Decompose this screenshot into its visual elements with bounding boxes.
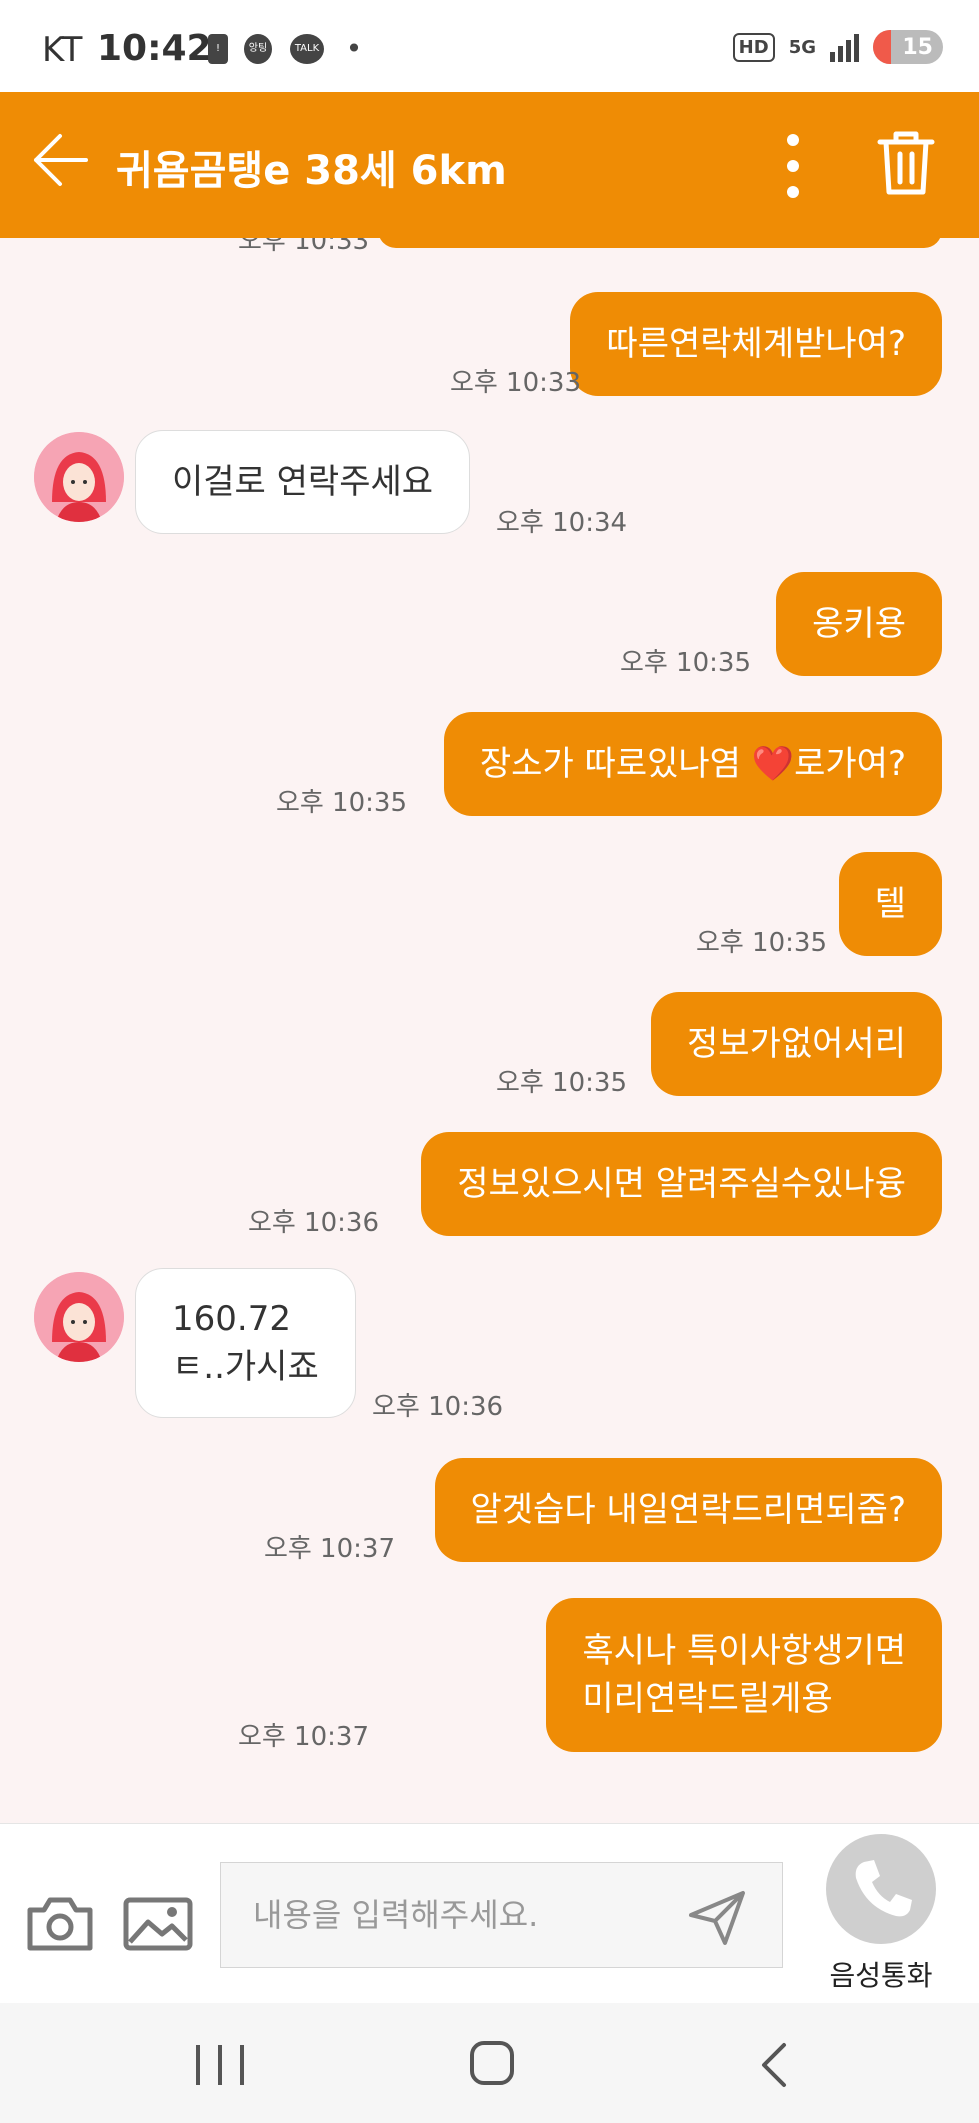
message-text: 장소가 따로있나염 (479, 744, 752, 784)
signal-icon (830, 32, 859, 62)
voice-call-label: 음성통화 (829, 1959, 933, 1992)
message-time: 오후 10:37 (263, 1534, 395, 1564)
message-bubble-outgoing[interactable] (378, 238, 942, 248)
chat-header: 귀욤곰탱e 38세 6km (0, 92, 979, 238)
message-list[interactable]: 오후 10:33 따른연락체계받나여? 오후 10:33 이걸로 연락주세요 오… (0, 238, 979, 1823)
message-input-box (220, 1862, 783, 1968)
more-notifications-dot: • (345, 32, 363, 65)
alert-icon: ! (208, 34, 228, 64)
message-time: 오후 10:36 (372, 1392, 504, 1422)
chat-title: 귀욤곰탱e 38세 6km (116, 148, 507, 194)
status-bar: KT 10:42 ! 앙팅 TALK • HD 5G 15 (0, 0, 979, 92)
message-time: 오후 10:37 (237, 1722, 369, 1752)
battery-icon: 15 (873, 30, 943, 64)
hd-voice-icon: HD (732, 32, 775, 62)
message-bubble-outgoing[interactable]: 텔 (838, 852, 942, 956)
image-icon[interactable] (122, 1894, 194, 1954)
message-line: 미리연락드릴게용 (582, 1679, 833, 1719)
trash-icon[interactable] (876, 128, 936, 198)
message-time: 오후 10:35 (695, 928, 827, 958)
heart-emoji-icon: ❤️ (751, 744, 795, 784)
message-line: 160.72 (172, 1299, 291, 1339)
message-time: 오후 10:35 (275, 788, 407, 818)
network-type-icon: 5G (788, 36, 816, 58)
kakaotalk-icon: TALK (290, 34, 324, 64)
more-vertical-icon[interactable] (775, 134, 811, 198)
camera-icon[interactable] (24, 1894, 96, 1954)
message-line: 혹시나 특이사항생기면 (582, 1631, 906, 1671)
message-time: 오후 10:33 (238, 238, 370, 256)
app-notification-icon: 앙팅 (244, 34, 272, 64)
message-bubble-outgoing[interactable]: 정보있으시면 알려주실수있나융 (421, 1132, 942, 1236)
message-bubble-outgoing[interactable]: 옹키용 (776, 572, 942, 676)
carrier-label: KT (42, 30, 83, 70)
message-text: 로가여? (794, 744, 906, 784)
send-icon[interactable] (685, 1885, 749, 1949)
message-composer: 음성통화 (0, 1823, 979, 2003)
back-arrow-icon[interactable] (30, 130, 90, 190)
recent-apps-icon[interactable] (196, 2045, 244, 2085)
avatar[interactable] (34, 1272, 124, 1362)
back-icon[interactable] (752, 2041, 796, 2089)
clock: 10:42 (97, 28, 212, 69)
message-time: 오후 10:34 (496, 508, 628, 538)
battery-level: 15 (902, 34, 933, 60)
message-bubble-incoming[interactable]: 160.72 ㅌ..가시죠 (135, 1268, 356, 1418)
home-icon[interactable] (470, 2041, 514, 2085)
message-time: 오후 10:36 (247, 1208, 379, 1238)
message-bubble-outgoing[interactable]: 혹시나 특이사항생기면 미리연락드릴게용 (546, 1598, 942, 1752)
message-time: 오후 10:33 (449, 368, 581, 398)
message-bubble-incoming[interactable]: 이걸로 연락주세요 (135, 430, 471, 534)
message-bubble-outgoing[interactable]: 알겟습다 내일연락드리면되줌? (434, 1458, 942, 1562)
status-icons: HD 5G 15 (732, 30, 943, 64)
message-bubble-outgoing[interactable]: 정보가없어서리 (651, 992, 942, 1096)
system-nav-bar (0, 2003, 979, 2123)
message-bubble-outgoing[interactable]: 장소가 따로있나염 ❤️ 로가여? (443, 712, 942, 816)
phone-icon[interactable] (826, 1834, 936, 1944)
message-time: 오후 10:35 (495, 1068, 627, 1098)
avatar[interactable] (34, 432, 124, 522)
message-time: 오후 10:35 (619, 648, 751, 678)
message-input[interactable] (253, 1893, 673, 1937)
message-line: ㅌ..가시죠 (172, 1347, 319, 1387)
message-bubble-outgoing[interactable]: 따른연락체계받나여? (570, 292, 942, 396)
